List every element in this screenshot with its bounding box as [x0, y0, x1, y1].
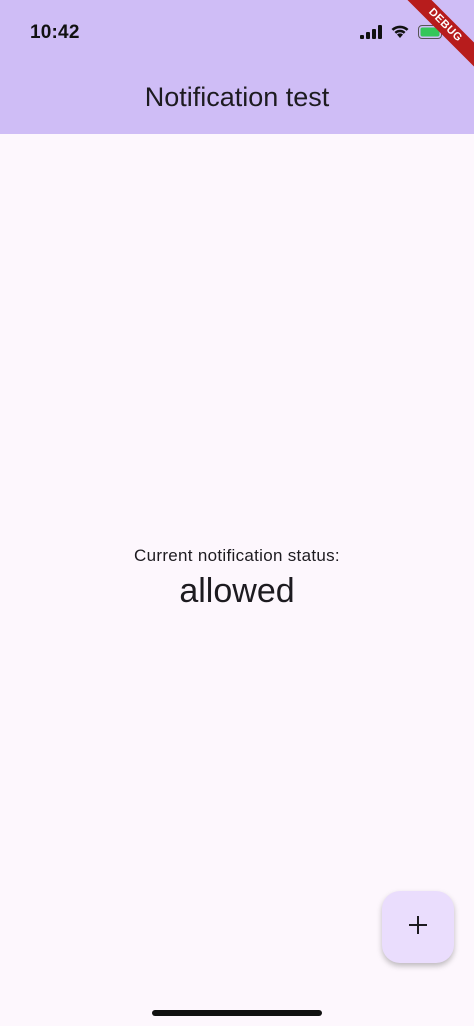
status-icons [360, 24, 446, 44]
app-bar-title: Notification test [144, 82, 330, 112]
status-section: Current notification status: allowed [0, 546, 474, 611]
battery-icon [418, 24, 446, 44]
add-button[interactable] [382, 891, 454, 963]
plus-icon [407, 914, 429, 941]
wifi-icon [390, 24, 410, 44]
home-indicator[interactable] [152, 1010, 322, 1016]
status-bar: 10:42 [0, 0, 474, 68]
status-value: allowed [179, 572, 295, 610]
status-label: Current notification status: [134, 546, 340, 565]
app-screen: 10:42 Notification test DEBUG Current no… [0, 0, 474, 1026]
app-bar: 10:42 Notification test [0, 0, 474, 134]
status-time: 10:42 [30, 22, 80, 43]
signal-icon [360, 24, 382, 44]
